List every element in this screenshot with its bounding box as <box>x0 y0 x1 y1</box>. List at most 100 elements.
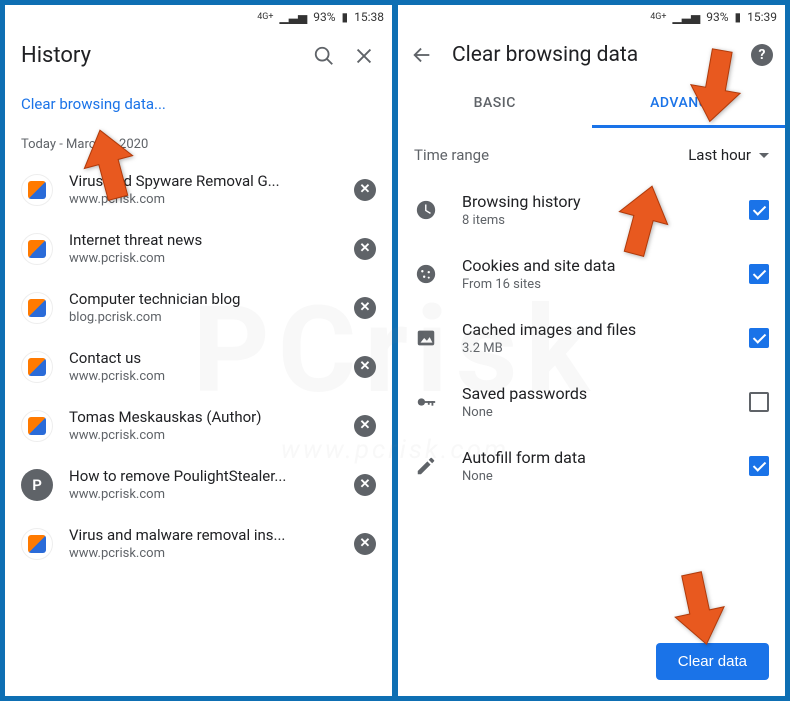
remove-history-button[interactable]: ✕ <box>354 415 376 437</box>
history-url: www.pcrisk.com <box>69 251 338 266</box>
option-checkbox[interactable] <box>749 264 769 284</box>
tab-basic[interactable]: BASIC <box>398 81 592 128</box>
history-item[interactable]: Virus and Spyware Removal G... www.pcrisk… <box>5 160 392 219</box>
history-text: Virus and malware removal ins... www.pcri… <box>69 526 338 561</box>
history-url: www.pcrisk.com <box>69 487 338 502</box>
history-item[interactable]: Computer technician blogblog.pcrisk.com ✕ <box>5 278 392 337</box>
option-title: Saved passwords <box>462 384 725 403</box>
network-indicator: 4G+ <box>650 12 666 22</box>
status-bar: 4G+ ▁▃▅ 93% ▮ 15:38 <box>5 5 392 29</box>
clock-icon <box>414 198 438 222</box>
history-item[interactable]: Contact uswww.pcrisk.com ✕ <box>5 337 392 396</box>
phone-history: 4G+ ▁▃▅ 93% ▮ 15:38 History Clear browsi… <box>4 4 393 697</box>
history-title: Internet threat news <box>69 231 338 249</box>
date-header: Today - March 9, 2020 <box>5 129 392 160</box>
remove-history-button[interactable]: ✕ <box>354 179 376 201</box>
status-bar: 4G+ ▁▃▅ 93% ▮ 15:39 <box>398 5 785 29</box>
tab-advanced[interactable]: ADVANCED <box>592 81 786 128</box>
favicon-icon <box>21 174 53 206</box>
history-url: www.pcrisk.com <box>69 192 338 207</box>
signal-icon: ▁▃▅ <box>280 10 308 24</box>
clear-data-option: Cookies and site data From 16 sites <box>398 242 785 306</box>
back-arrow-icon <box>411 44 433 66</box>
favicon-icon <box>21 233 53 265</box>
clear-data-option: Browsing history 8 items <box>398 178 785 242</box>
page-title: History <box>21 43 296 68</box>
history-title: Virus and malware removal ins... <box>69 526 338 544</box>
history-url: www.pcrisk.com <box>69 428 338 443</box>
clear-data-option: Cached images and files 3.2 MB <box>398 306 785 370</box>
search-button[interactable] <box>312 44 336 68</box>
signal-icon: ▁▃▅ <box>673 10 701 24</box>
network-indicator: 4G+ <box>257 12 273 22</box>
favicon-icon <box>21 528 53 560</box>
history-text: How to remove PoulightStealer... www.pcri… <box>69 467 338 502</box>
battery-icon: ▮ <box>735 10 742 24</box>
phone-clear-data: 4G+ ▁▃▅ 93% ▮ 15:39 Clear browsing data … <box>397 4 786 697</box>
key-icon <box>414 390 438 414</box>
close-button[interactable] <box>352 44 376 68</box>
option-subtitle: None <box>462 469 725 484</box>
option-title: Browsing history <box>462 192 725 211</box>
history-text: Contact uswww.pcrisk.com <box>69 349 338 384</box>
cookie-icon <box>414 262 438 286</box>
option-checkbox[interactable] <box>749 456 769 476</box>
remove-history-button[interactable]: ✕ <box>354 297 376 319</box>
history-item[interactable]: PHow to remove PoulightStealer...www.pcr… <box>5 455 392 514</box>
history-url: blog.pcrisk.com <box>69 310 338 325</box>
history-url: www.pcrisk.com <box>69 369 338 384</box>
clear-data-header: Clear browsing data ? <box>398 29 785 81</box>
page-title: Clear browsing data <box>452 43 733 67</box>
option-subtitle: From 16 sites <box>462 277 725 292</box>
favicon-icon <box>21 292 53 324</box>
clock-time: 15:38 <box>354 10 384 24</box>
battery-icon: ▮ <box>342 10 349 24</box>
history-item[interactable]: Internet threat news www.pcrisk.com ✕ <box>5 219 392 278</box>
option-text: Cached images and files 3.2 MB <box>462 320 725 356</box>
remove-history-button[interactable]: ✕ <box>354 474 376 496</box>
history-text: Internet threat news www.pcrisk.com <box>69 231 338 266</box>
close-icon <box>353 45 375 67</box>
clear-data-button[interactable]: Clear data <box>656 643 769 680</box>
pencil-icon <box>414 454 438 478</box>
option-text: Cookies and site data From 16 sites <box>462 256 725 292</box>
option-checkbox[interactable] <box>749 392 769 412</box>
option-text: Browsing history 8 items <box>462 192 725 228</box>
history-url: www.pcrisk.com <box>69 546 338 561</box>
option-title: Cookies and site data <box>462 256 725 275</box>
options-list: Browsing history 8 items Cookies and site … <box>398 178 785 627</box>
help-button[interactable]: ? <box>751 44 773 66</box>
history-text: Computer technician blogblog.pcrisk.com <box>69 290 338 325</box>
history-item[interactable]: Tomas Meskauskas (Author)www.pcrisk.com ✕ <box>5 396 392 455</box>
favicon-icon <box>21 410 53 442</box>
remove-history-button[interactable]: ✕ <box>354 533 376 555</box>
option-title: Autofill form data <box>462 448 725 467</box>
remove-history-button[interactable]: ✕ <box>354 238 376 260</box>
option-subtitle: 3.2 MB <box>462 341 725 356</box>
time-range-label: Time range <box>414 146 688 164</box>
option-subtitle: 8 items <box>462 213 725 228</box>
back-button[interactable] <box>410 43 434 67</box>
option-checkbox[interactable] <box>749 200 769 220</box>
history-item[interactable]: Virus and malware removal ins... www.pcri… <box>5 514 392 573</box>
history-title: Virus and Spyware Removal G... <box>69 172 338 190</box>
option-checkbox[interactable] <box>749 328 769 348</box>
image-icon <box>414 326 438 350</box>
option-title: Cached images and files <box>462 320 725 339</box>
clear-data-option: Autofill form data None <box>398 434 785 498</box>
favicon-icon <box>21 351 53 383</box>
option-text: Saved passwords None <box>462 384 725 420</box>
battery-pct: 93% <box>313 10 335 24</box>
option-subtitle: None <box>462 405 725 420</box>
tabs: BASIC ADVANCED <box>398 81 785 128</box>
clear-browsing-data-link[interactable]: Clear browsing data... <box>21 95 166 113</box>
dropdown-arrow-icon <box>759 153 769 158</box>
option-text: Autofill form data None <box>462 448 725 484</box>
remove-history-button[interactable]: ✕ <box>354 356 376 378</box>
history-header: History <box>5 29 392 82</box>
history-title: How to remove PoulightStealer... <box>69 467 338 485</box>
clear-data-option: Saved passwords None <box>398 370 785 434</box>
history-text: Tomas Meskauskas (Author)www.pcrisk.com <box>69 408 338 443</box>
time-range-selector[interactable]: Time range Last hour <box>398 128 785 178</box>
history-text: Virus and Spyware Removal G... www.pcrisk… <box>69 172 338 207</box>
